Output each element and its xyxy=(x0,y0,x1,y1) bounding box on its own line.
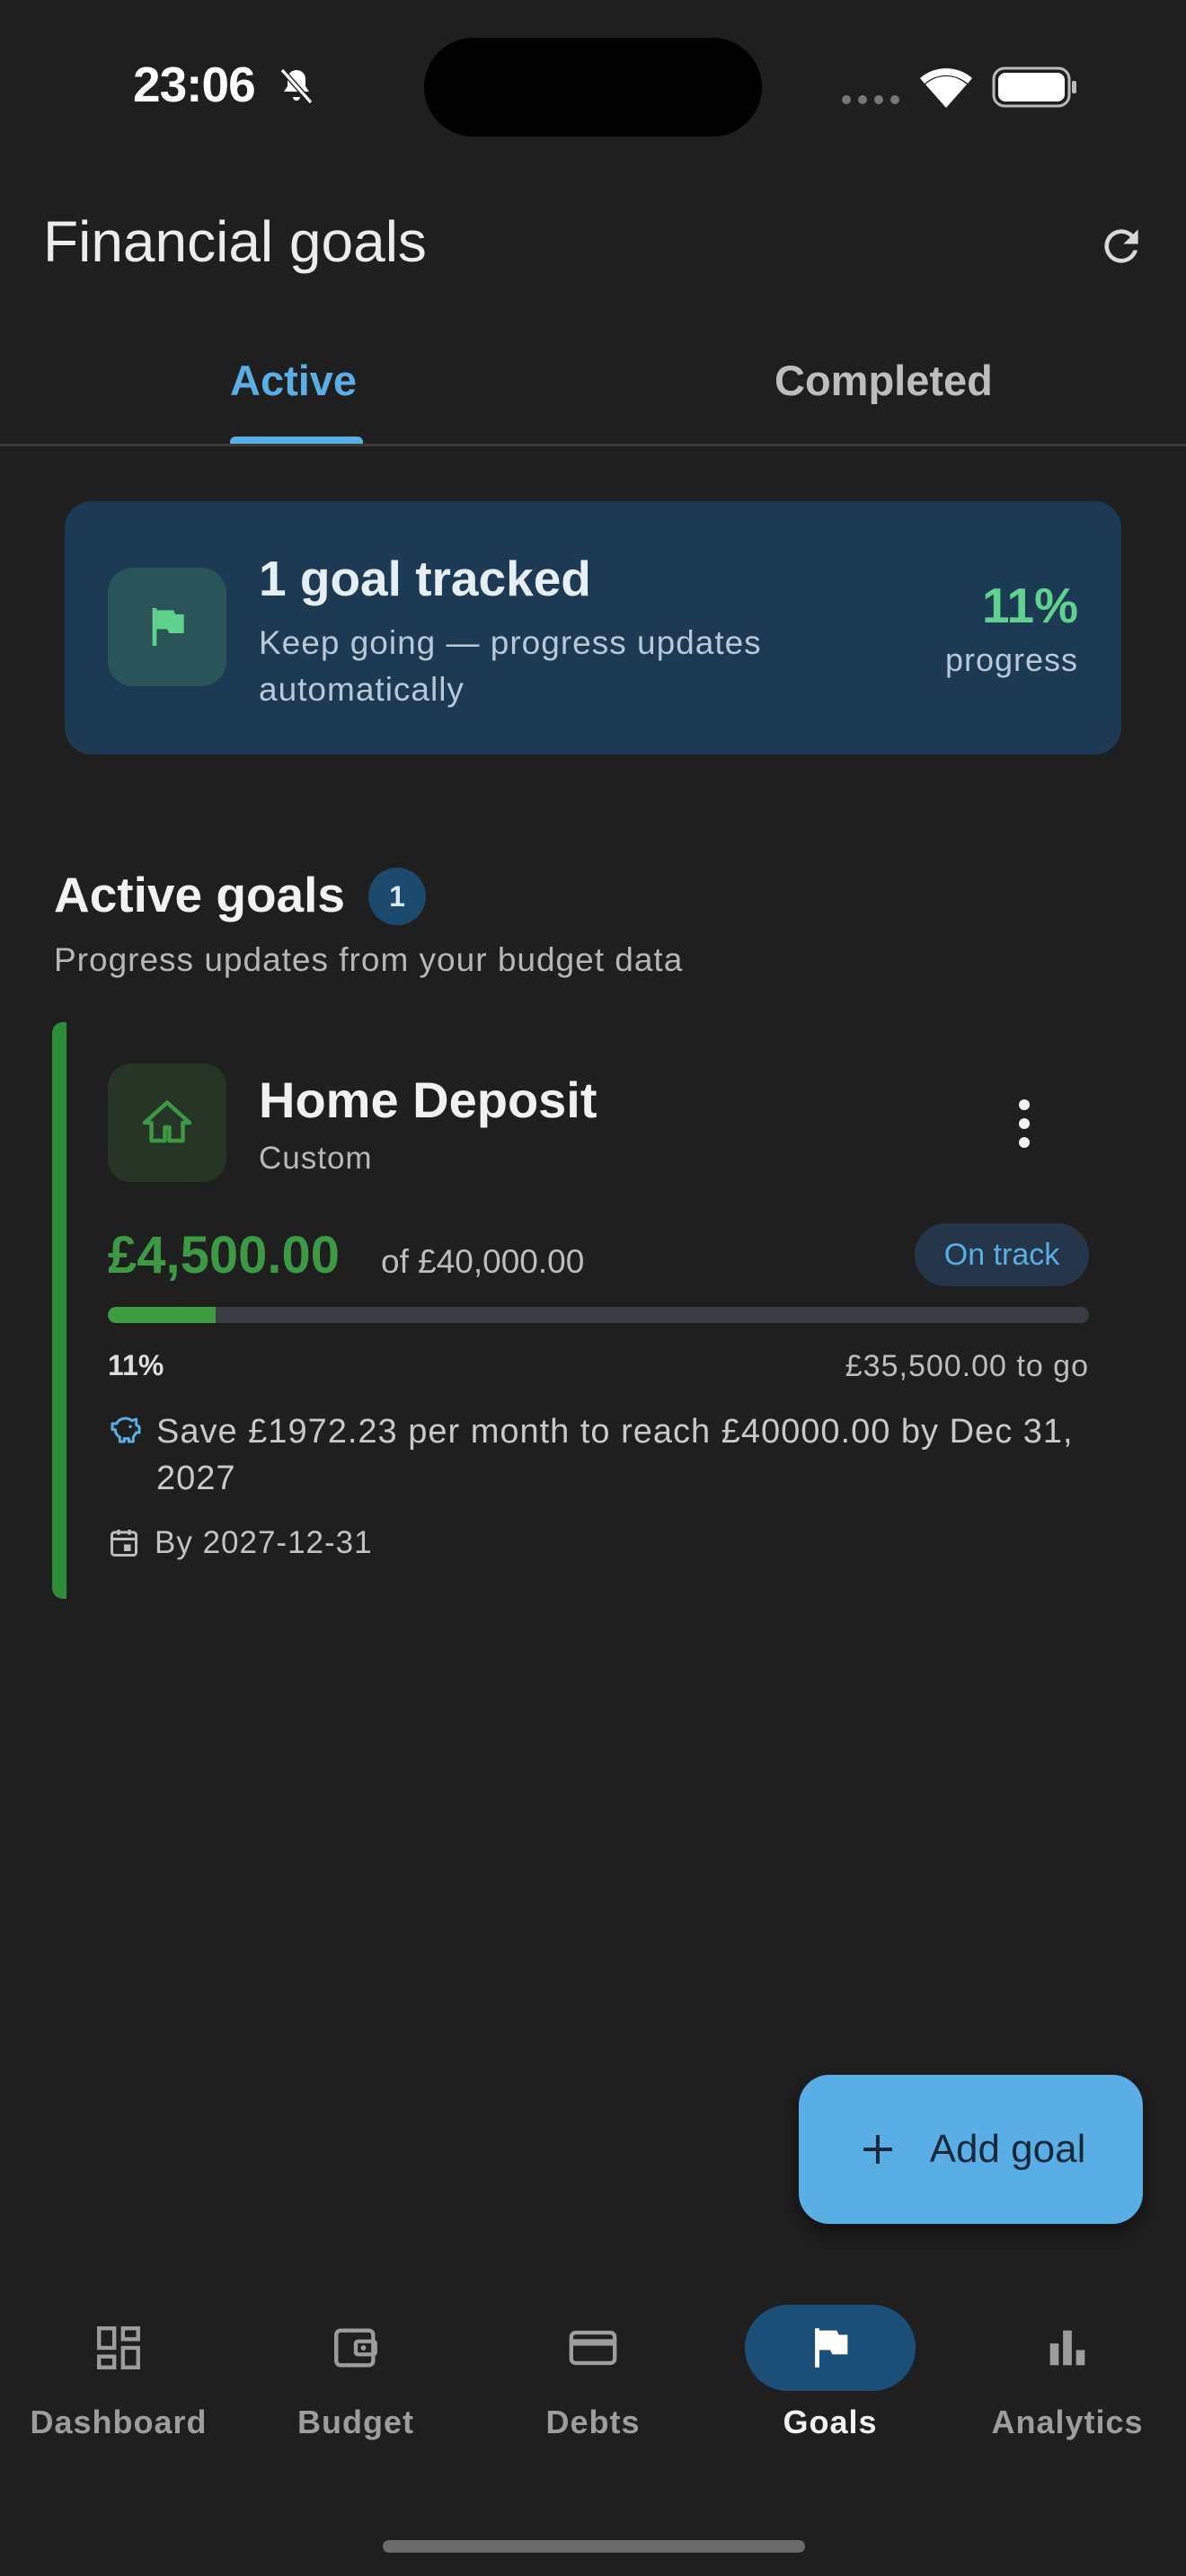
flag-icon xyxy=(152,608,184,646)
tab-active[interactable]: Active xyxy=(0,341,593,440)
nav-item-debts[interactable]: Debts xyxy=(474,2305,712,2457)
summary-icon-box xyxy=(108,568,226,686)
nav-item-dashboard[interactable]: Dashboard xyxy=(0,2305,237,2457)
home-icon xyxy=(142,1100,192,1143)
tab-active-label: Active xyxy=(230,357,358,404)
goal-progress-bar xyxy=(108,1307,1089,1323)
summary-title: 1 goal tracked xyxy=(259,551,591,606)
nav-icon-wrap xyxy=(508,2305,678,2391)
nav-label-budget: Budget xyxy=(297,2404,414,2440)
nav-label-analytics: Analytics xyxy=(991,2404,1144,2440)
goal-type: Custom xyxy=(259,1141,373,1176)
goal-icon-box xyxy=(108,1063,226,1182)
wallet-icon xyxy=(334,2328,377,2368)
nav-item-goals[interactable]: Goals xyxy=(712,2305,949,2457)
more-vert-icon xyxy=(1019,1099,1030,1148)
dynamic-island xyxy=(424,38,762,137)
goal-target-amount: of £40,000.00 xyxy=(381,1243,585,1280)
nav-item-budget[interactable]: Budget xyxy=(237,2305,474,2457)
goal-accent-bar xyxy=(52,1022,66,1599)
silent-bell-icon xyxy=(275,65,318,108)
nav-icon-wrap xyxy=(270,2305,441,2391)
nav-label-debts: Debts xyxy=(545,2404,641,2440)
nav-icon-wrap xyxy=(745,2305,916,2391)
wifi-icon xyxy=(918,65,974,110)
status-time: 23:06 xyxy=(133,57,256,112)
nav-icon-wrap xyxy=(33,2305,204,2391)
summary-percent: 11% xyxy=(981,578,1078,633)
count-badge: 1 xyxy=(368,868,426,925)
add-goal-button[interactable]: Add goal xyxy=(799,2075,1143,2224)
tab-completed[interactable]: Completed xyxy=(593,341,1186,440)
add-goal-label: Add goal xyxy=(929,2127,1086,2171)
calendar-icon xyxy=(108,1527,140,1559)
goal-percent-text: 11% xyxy=(108,1349,164,1381)
goal-menu-button[interactable] xyxy=(997,1090,1051,1157)
goal-progress-fill xyxy=(108,1307,217,1323)
summary-subtitle: Keep going — progress updates automatica… xyxy=(259,624,762,708)
status-badge: On track xyxy=(915,1223,1089,1286)
home-indicator xyxy=(383,2540,805,2553)
nav-item-analytics[interactable]: Analytics xyxy=(949,2305,1186,2457)
flag-icon xyxy=(815,2328,848,2368)
plus-icon xyxy=(863,2135,892,2164)
refresh-icon xyxy=(1104,229,1138,263)
refresh-button[interactable] xyxy=(1087,212,1155,280)
battery-icon xyxy=(992,66,1078,108)
nav-label-goals: Goals xyxy=(783,2404,878,2440)
piggy-bank-icon xyxy=(108,1410,144,1446)
dashboard-icon xyxy=(97,2326,140,2369)
goal-remaining-text: £35,500.00 to go xyxy=(845,1349,1089,1383)
summary-percent-label: progress xyxy=(944,641,1078,678)
signal-icon xyxy=(841,93,900,106)
bar-chart-icon xyxy=(1049,2330,1085,2366)
goal-savings-advice: Save £1972.23 per month to reach £40000.… xyxy=(156,1413,1074,1497)
nav-icon-wrap xyxy=(982,2305,1153,2391)
goal-deadline: By 2027-12-31 xyxy=(155,1525,373,1560)
tab-divider xyxy=(0,444,1186,446)
nav-label-dashboard: Dashboard xyxy=(30,2404,208,2440)
goal-name: Home Deposit xyxy=(259,1072,597,1128)
page-title: Financial goals xyxy=(43,209,427,274)
section-title: Active goals xyxy=(54,867,346,922)
status-bar: 23:06 xyxy=(0,0,1186,171)
goal-current-amount: £4,500.00 xyxy=(108,1226,341,1284)
tab-completed-label: Completed xyxy=(774,357,993,404)
credit-card-icon xyxy=(569,2330,617,2366)
section-subtitle: Progress updates from your budget data xyxy=(54,941,684,978)
